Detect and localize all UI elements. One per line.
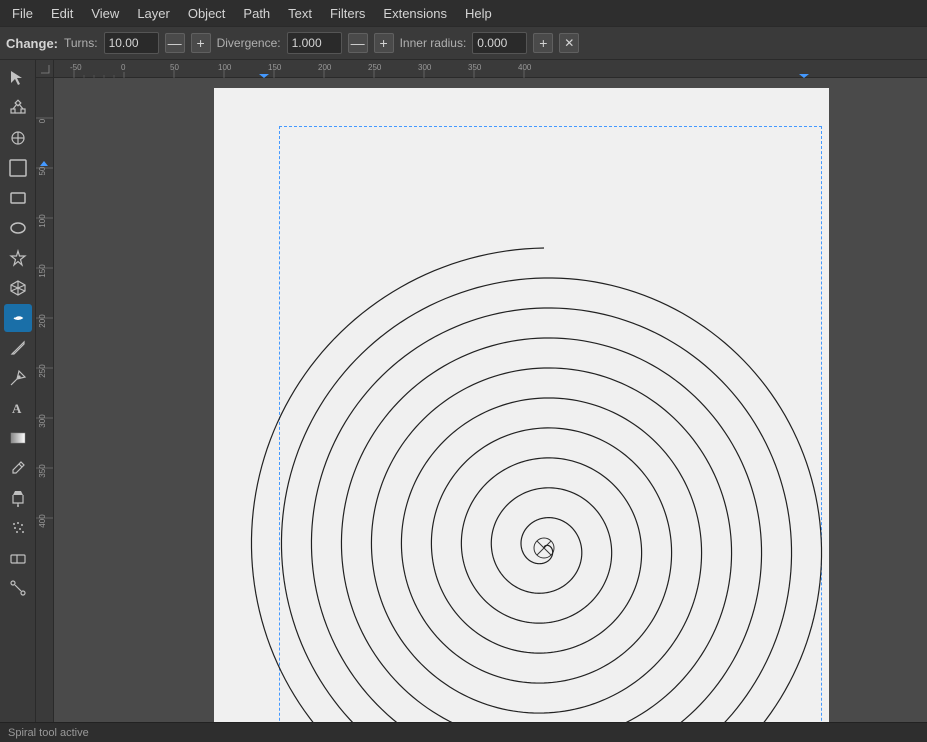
- toolbar-divergence-plus[interactable]: +: [374, 33, 394, 53]
- tool-paint-bucket[interactable]: [4, 484, 32, 512]
- toolbar-inner-radius-input[interactable]: [472, 32, 527, 54]
- toolbar-inner-radius-plus[interactable]: +: [533, 33, 553, 53]
- svg-text:0: 0: [121, 63, 126, 72]
- menubar: File Edit View Layer Object Path Text Fi…: [0, 0, 927, 26]
- svg-text:350: 350: [468, 63, 482, 72]
- menu-view[interactable]: View: [83, 4, 127, 23]
- statusbar: Spiral tool active: [0, 722, 927, 742]
- svg-text:300: 300: [418, 63, 432, 72]
- toolbar-inner-radius-label: Inner radius:: [400, 36, 467, 50]
- tool-zoom[interactable]: [4, 154, 32, 182]
- tool-gradient[interactable]: [4, 424, 32, 452]
- svg-text:50: 50: [38, 166, 47, 175]
- svg-text:200: 200: [38, 314, 47, 328]
- ruler-corner: [36, 60, 54, 78]
- svg-text:A: A: [12, 401, 22, 416]
- svg-text:400: 400: [518, 63, 532, 72]
- toolbar-divergence-minus[interactable]: —: [348, 33, 368, 53]
- toolbar-divergence-label: Divergence:: [217, 36, 281, 50]
- tool-3dbox[interactable]: [4, 274, 32, 302]
- menu-edit[interactable]: Edit: [43, 4, 81, 23]
- tool-star[interactable]: [4, 244, 32, 272]
- toolbox: A: [0, 60, 36, 722]
- toolbar-divergence-input[interactable]: [287, 32, 342, 54]
- svg-text:250: 250: [368, 63, 382, 72]
- canvas-scroll[interactable]: [54, 78, 927, 722]
- menu-extensions[interactable]: Extensions: [375, 4, 455, 23]
- tool-connector[interactable]: [4, 574, 32, 602]
- status-text: Spiral tool active: [8, 727, 89, 739]
- svg-text:100: 100: [38, 214, 47, 228]
- menu-help[interactable]: Help: [457, 4, 500, 23]
- svg-text:200: 200: [318, 63, 332, 72]
- main-area: A: [0, 60, 927, 722]
- tool-dropper[interactable]: [4, 454, 32, 482]
- svg-text:400: 400: [38, 514, 47, 528]
- svg-text:0: 0: [38, 118, 47, 123]
- toolbar: Change: Turns: — + Divergence: — + Inner…: [0, 26, 927, 60]
- content-row: 0 50 100 150 200 250 300: [36, 78, 927, 722]
- menu-filters[interactable]: Filters: [322, 4, 373, 23]
- tool-spiral[interactable]: [4, 304, 32, 332]
- tool-rect[interactable]: [4, 184, 32, 212]
- tool-eraser[interactable]: [4, 544, 32, 572]
- menu-layer[interactable]: Layer: [129, 4, 178, 23]
- menu-text[interactable]: Text: [280, 4, 320, 23]
- tool-selector[interactable]: [4, 64, 32, 92]
- toolbar-turns-plus[interactable]: +: [191, 33, 211, 53]
- svg-text:300: 300: [38, 414, 47, 428]
- svg-text:250: 250: [38, 364, 47, 378]
- canvas-area[interactable]: -50 0 50 100 150 200 250 300 350: [36, 60, 927, 722]
- tool-spray[interactable]: [4, 514, 32, 542]
- svg-text:50: 50: [170, 63, 179, 72]
- tool-tweak[interactable]: [4, 124, 32, 152]
- toolbar-turns-label: Turns:: [64, 36, 98, 50]
- svg-text:150: 150: [38, 264, 47, 278]
- toolbar-change-label: Change:: [6, 36, 58, 51]
- svg-text:350: 350: [38, 464, 47, 478]
- menu-file[interactable]: File: [4, 4, 41, 23]
- svg-text:100: 100: [218, 63, 232, 72]
- svg-text:150: 150: [268, 63, 282, 72]
- tool-node[interactable]: [4, 94, 32, 122]
- menu-path[interactable]: Path: [235, 4, 278, 23]
- spiral-svg: [214, 88, 829, 722]
- menu-object[interactable]: Object: [180, 4, 234, 23]
- toolbar-turns-input[interactable]: [104, 32, 159, 54]
- svg-text:-50: -50: [70, 63, 82, 72]
- ruler-left: 0 50 100 150 200 250 300: [36, 78, 54, 722]
- tool-ellipse[interactable]: [4, 214, 32, 242]
- tool-pen[interactable]: [4, 364, 32, 392]
- toolbar-close-button[interactable]: ✕: [559, 33, 579, 53]
- toolbar-turns-minus[interactable]: —: [165, 33, 185, 53]
- tool-pencil[interactable]: [4, 334, 32, 362]
- tool-text[interactable]: A: [4, 394, 32, 422]
- ruler-top: -50 0 50 100 150 200 250 300 350: [36, 60, 927, 78]
